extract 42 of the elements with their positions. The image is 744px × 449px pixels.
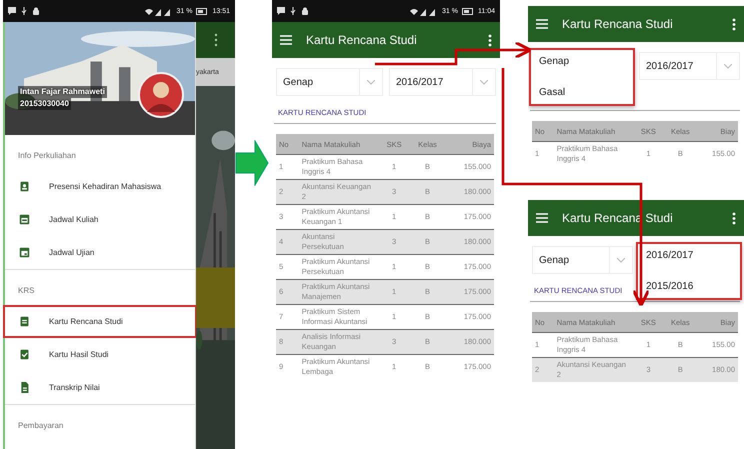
calendar-icon [19,246,30,259]
battery-icon [196,8,208,14]
menu-item[interactable]: Kartu Rencana Studi [3,305,197,338]
clipboard-icon [19,315,30,328]
more-options-icon[interactable] [732,18,736,30]
menu-item[interactable]: Kartu Hasil Studi [5,338,195,371]
menu-item[interactable]: Presensi Kehadiran Mahasiswa [5,170,195,203]
dropdown-field[interactable]: Genap [276,68,383,96]
section-title: Info Perkuliahan [18,151,76,160]
caret-icon [617,258,625,262]
more-options-icon[interactable] [214,33,218,47]
dropdown-field[interactable]: 2016/2017 [639,52,740,80]
dropdown-option[interactable]: 2016/2017 [638,250,740,261]
battery-icon [462,8,474,14]
signal-icon [144,6,172,16]
menu-icon[interactable] [536,213,548,223]
dropdown-field[interactable]: 2016/2017 [389,68,496,96]
flow-arrow [235,140,269,186]
caret-icon [367,80,375,84]
more-options-icon[interactable] [732,212,736,224]
menu-item[interactable]: Transkrip Nilai [5,371,195,404]
toolbar-title: Kartu Rencana Studi [562,17,674,31]
dropdown-option[interactable]: Gasal [531,87,633,98]
calendar-icon [19,213,30,226]
menu-item[interactable]: Jadwal Kuliah [5,203,195,236]
section-title: KRS [18,286,34,295]
dropdown-option[interactable]: Genap [531,56,633,67]
caret-icon [724,64,732,68]
section-title: Pembayaran [18,421,64,430]
more-options-icon[interactable] [488,34,492,46]
message-icon [277,7,285,15]
checked-clipboard-icon [19,348,30,361]
document-icon [19,381,30,394]
dropdown-option[interactable]: 2015/2016 [638,281,740,292]
caret-icon [480,80,488,84]
message-icon [8,7,16,15]
toolbar-title: Kartu Rencana Studi [306,33,418,47]
id-clipboard-icon [19,180,30,193]
menu-icon[interactable] [280,35,292,45]
menu-item[interactable]: Jadwal Ujian [5,236,195,269]
dropdown-field[interactable]: Genap [532,246,633,274]
menu-icon[interactable] [536,19,548,29]
